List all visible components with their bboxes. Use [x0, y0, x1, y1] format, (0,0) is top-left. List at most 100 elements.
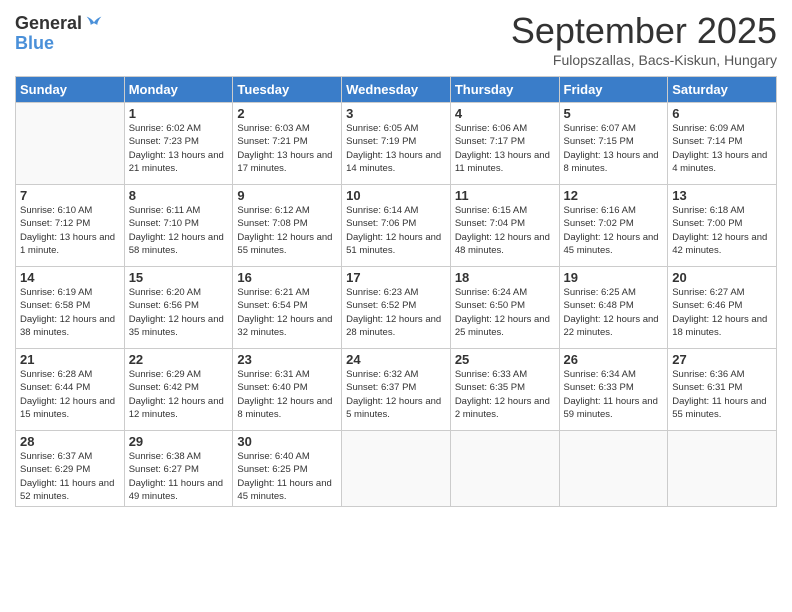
calendar-cell	[16, 103, 125, 185]
calendar-cell: 28Sunrise: 6:37 AM Sunset: 6:29 PM Dayli…	[16, 431, 125, 507]
day-number: 9	[237, 188, 337, 203]
calendar-cell: 15Sunrise: 6:20 AM Sunset: 6:56 PM Dayli…	[124, 267, 233, 349]
calendar-cell: 13Sunrise: 6:18 AM Sunset: 7:00 PM Dayli…	[668, 185, 777, 267]
day-number: 26	[564, 352, 664, 367]
calendar-cell	[559, 431, 668, 507]
calendar-cell: 9Sunrise: 6:12 AM Sunset: 7:08 PM Daylig…	[233, 185, 342, 267]
calendar-cell: 3Sunrise: 6:05 AM Sunset: 7:19 PM Daylig…	[342, 103, 451, 185]
week-row-2: 7Sunrise: 6:10 AM Sunset: 7:12 PM Daylig…	[16, 185, 777, 267]
day-info: Sunrise: 6:34 AM Sunset: 6:33 PM Dayligh…	[564, 368, 664, 421]
day-number: 23	[237, 352, 337, 367]
calendar-cell: 4Sunrise: 6:06 AM Sunset: 7:17 PM Daylig…	[450, 103, 559, 185]
day-info: Sunrise: 6:02 AM Sunset: 7:23 PM Dayligh…	[129, 122, 229, 175]
day-info: Sunrise: 6:37 AM Sunset: 6:29 PM Dayligh…	[20, 450, 120, 503]
weekday-header-wednesday: Wednesday	[342, 77, 451, 103]
day-number: 13	[672, 188, 772, 203]
logo: General Blue	[15, 14, 104, 54]
calendar-cell: 23Sunrise: 6:31 AM Sunset: 6:40 PM Dayli…	[233, 349, 342, 431]
day-number: 28	[20, 434, 120, 449]
day-number: 3	[346, 106, 446, 121]
day-info: Sunrise: 6:36 AM Sunset: 6:31 PM Dayligh…	[672, 368, 772, 421]
day-number: 25	[455, 352, 555, 367]
calendar-cell: 11Sunrise: 6:15 AM Sunset: 7:04 PM Dayli…	[450, 185, 559, 267]
day-number: 7	[20, 188, 120, 203]
logo-bird-icon	[84, 14, 104, 34]
day-info: Sunrise: 6:05 AM Sunset: 7:19 PM Dayligh…	[346, 122, 446, 175]
calendar-cell: 18Sunrise: 6:24 AM Sunset: 6:50 PM Dayli…	[450, 267, 559, 349]
calendar-cell: 21Sunrise: 6:28 AM Sunset: 6:44 PM Dayli…	[16, 349, 125, 431]
day-number: 29	[129, 434, 229, 449]
location: Fulopszallas, Bacs-Kiskun, Hungary	[511, 52, 777, 68]
day-number: 11	[455, 188, 555, 203]
logo-text-blue: Blue	[15, 33, 54, 53]
day-info: Sunrise: 6:18 AM Sunset: 7:00 PM Dayligh…	[672, 204, 772, 257]
header: General Blue September 2025 Fulopszallas…	[15, 10, 777, 68]
day-info: Sunrise: 6:09 AM Sunset: 7:14 PM Dayligh…	[672, 122, 772, 175]
week-row-3: 14Sunrise: 6:19 AM Sunset: 6:58 PM Dayli…	[16, 267, 777, 349]
calendar-cell: 30Sunrise: 6:40 AM Sunset: 6:25 PM Dayli…	[233, 431, 342, 507]
calendar-cell	[450, 431, 559, 507]
day-number: 16	[237, 270, 337, 285]
calendar-cell: 20Sunrise: 6:27 AM Sunset: 6:46 PM Dayli…	[668, 267, 777, 349]
day-info: Sunrise: 6:32 AM Sunset: 6:37 PM Dayligh…	[346, 368, 446, 421]
day-info: Sunrise: 6:07 AM Sunset: 7:15 PM Dayligh…	[564, 122, 664, 175]
day-info: Sunrise: 6:06 AM Sunset: 7:17 PM Dayligh…	[455, 122, 555, 175]
day-info: Sunrise: 6:25 AM Sunset: 6:48 PM Dayligh…	[564, 286, 664, 339]
calendar-cell: 8Sunrise: 6:11 AM Sunset: 7:10 PM Daylig…	[124, 185, 233, 267]
weekday-header-tuesday: Tuesday	[233, 77, 342, 103]
day-info: Sunrise: 6:15 AM Sunset: 7:04 PM Dayligh…	[455, 204, 555, 257]
day-number: 1	[129, 106, 229, 121]
day-info: Sunrise: 6:23 AM Sunset: 6:52 PM Dayligh…	[346, 286, 446, 339]
day-info: Sunrise: 6:29 AM Sunset: 6:42 PM Dayligh…	[129, 368, 229, 421]
day-info: Sunrise: 6:40 AM Sunset: 6:25 PM Dayligh…	[237, 450, 337, 503]
day-info: Sunrise: 6:19 AM Sunset: 6:58 PM Dayligh…	[20, 286, 120, 339]
calendar-cell: 24Sunrise: 6:32 AM Sunset: 6:37 PM Dayli…	[342, 349, 451, 431]
calendar-cell: 12Sunrise: 6:16 AM Sunset: 7:02 PM Dayli…	[559, 185, 668, 267]
weekday-header-monday: Monday	[124, 77, 233, 103]
day-number: 21	[20, 352, 120, 367]
day-info: Sunrise: 6:10 AM Sunset: 7:12 PM Dayligh…	[20, 204, 120, 257]
calendar-cell	[668, 431, 777, 507]
day-info: Sunrise: 6:20 AM Sunset: 6:56 PM Dayligh…	[129, 286, 229, 339]
day-number: 24	[346, 352, 446, 367]
day-info: Sunrise: 6:38 AM Sunset: 6:27 PM Dayligh…	[129, 450, 229, 503]
day-info: Sunrise: 6:21 AM Sunset: 6:54 PM Dayligh…	[237, 286, 337, 339]
calendar-cell: 27Sunrise: 6:36 AM Sunset: 6:31 PM Dayli…	[668, 349, 777, 431]
day-number: 20	[672, 270, 772, 285]
day-number: 10	[346, 188, 446, 203]
week-row-1: 1Sunrise: 6:02 AM Sunset: 7:23 PM Daylig…	[16, 103, 777, 185]
calendar-cell: 1Sunrise: 6:02 AM Sunset: 7:23 PM Daylig…	[124, 103, 233, 185]
weekday-header-saturday: Saturday	[668, 77, 777, 103]
calendar-cell: 5Sunrise: 6:07 AM Sunset: 7:15 PM Daylig…	[559, 103, 668, 185]
day-number: 17	[346, 270, 446, 285]
day-number: 22	[129, 352, 229, 367]
day-number: 8	[129, 188, 229, 203]
calendar-cell: 22Sunrise: 6:29 AM Sunset: 6:42 PM Dayli…	[124, 349, 233, 431]
logo-text-general: General	[15, 14, 82, 34]
day-number: 27	[672, 352, 772, 367]
day-number: 4	[455, 106, 555, 121]
day-info: Sunrise: 6:16 AM Sunset: 7:02 PM Dayligh…	[564, 204, 664, 257]
calendar-cell: 7Sunrise: 6:10 AM Sunset: 7:12 PM Daylig…	[16, 185, 125, 267]
weekday-header-sunday: Sunday	[16, 77, 125, 103]
day-number: 15	[129, 270, 229, 285]
day-info: Sunrise: 6:28 AM Sunset: 6:44 PM Dayligh…	[20, 368, 120, 421]
day-number: 5	[564, 106, 664, 121]
calendar-cell: 16Sunrise: 6:21 AM Sunset: 6:54 PM Dayli…	[233, 267, 342, 349]
day-info: Sunrise: 6:27 AM Sunset: 6:46 PM Dayligh…	[672, 286, 772, 339]
month-title: September 2025	[511, 10, 777, 52]
day-number: 30	[237, 434, 337, 449]
calendar-cell: 17Sunrise: 6:23 AM Sunset: 6:52 PM Dayli…	[342, 267, 451, 349]
calendar-cell: 29Sunrise: 6:38 AM Sunset: 6:27 PM Dayli…	[124, 431, 233, 507]
title-block: September 2025 Fulopszallas, Bacs-Kiskun…	[511, 10, 777, 68]
calendar: SundayMondayTuesdayWednesdayThursdayFrid…	[15, 76, 777, 507]
day-number: 12	[564, 188, 664, 203]
day-number: 14	[20, 270, 120, 285]
day-number: 6	[672, 106, 772, 121]
weekday-header-thursday: Thursday	[450, 77, 559, 103]
day-info: Sunrise: 6:14 AM Sunset: 7:06 PM Dayligh…	[346, 204, 446, 257]
page: General Blue September 2025 Fulopszallas…	[0, 0, 792, 612]
day-number: 19	[564, 270, 664, 285]
week-row-5: 28Sunrise: 6:37 AM Sunset: 6:29 PM Dayli…	[16, 431, 777, 507]
day-number: 2	[237, 106, 337, 121]
